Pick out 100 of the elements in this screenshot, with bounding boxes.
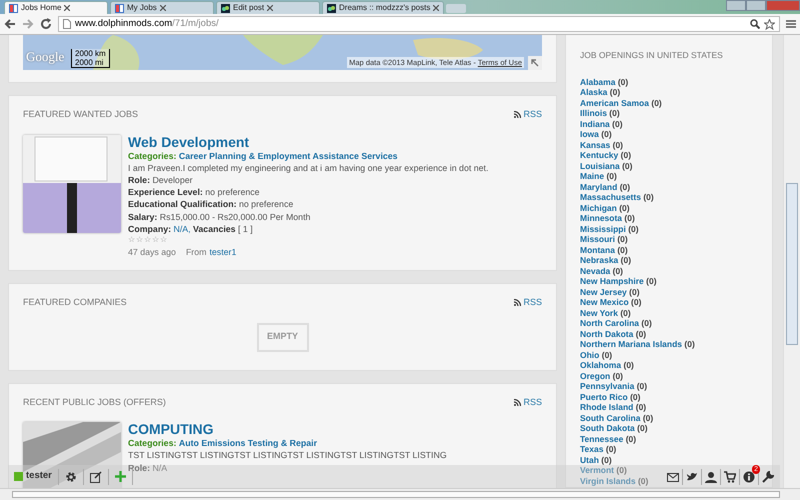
- rss-link[interactable]: RSS: [514, 296, 542, 310]
- state-link[interactable]: American Samoa: [580, 98, 649, 108]
- job-title-link[interactable]: COMPUTING: [128, 422, 447, 438]
- state-link[interactable]: Alaska: [580, 87, 608, 98]
- state-link[interactable]: New Hampshire: [580, 276, 644, 286]
- state-link[interactable]: Michigan: [580, 202, 617, 213]
- state-link[interactable]: Missouri: [580, 234, 615, 244]
- settings-icon[interactable]: [64, 470, 77, 482]
- state-link[interactable]: New Mexico: [580, 297, 629, 308]
- state-link[interactable]: New Jersey: [580, 286, 627, 297]
- rss-link[interactable]: RSS: [514, 108, 542, 122]
- browser-tab[interactable]: Dreams :: modzzz's posts: [322, 1, 444, 14]
- category-link[interactable]: Auto Emissions Testing & Repair: [178, 438, 318, 448]
- state-count: (0): [606, 171, 617, 182]
- state-link[interactable]: New York: [580, 308, 618, 318]
- state-link[interactable]: Oregon: [580, 370, 610, 381]
- close-icon[interactable]: [267, 5, 274, 11]
- rss-icon: [514, 299, 522, 306]
- state-count: (0): [620, 255, 632, 266]
- state-link[interactable]: Nevada: [580, 266, 610, 276]
- state-count: (0): [623, 360, 634, 370]
- vertical-scrollbar[interactable]: [783, 35, 800, 488]
- state-link[interactable]: Montana: [580, 244, 615, 255]
- map-logo: Google: [26, 48, 64, 66]
- state-count: (0): [636, 381, 648, 392]
- category-label: Categories:: [128, 438, 176, 448]
- menu-icon[interactable]: [786, 19, 796, 29]
- state-count: (0): [606, 444, 616, 454]
- state-count: (0): [601, 454, 612, 465]
- close-icon[interactable]: [433, 5, 440, 11]
- state-link[interactable]: Rhode Island: [580, 402, 634, 412]
- state-link[interactable]: Minnesota: [580, 213, 622, 224]
- author-link[interactable]: tester1: [209, 246, 236, 257]
- state-count: (0): [637, 423, 648, 434]
- wrench-icon[interactable]: [762, 470, 774, 482]
- username-link[interactable]: tester: [26, 469, 52, 484]
- category-label: Categories:: [128, 150, 176, 160]
- cart-icon[interactable]: [724, 470, 736, 482]
- state-link[interactable]: Maine: [580, 171, 604, 182]
- mail-icon[interactable]: [667, 470, 679, 482]
- state-count: (0): [629, 286, 640, 297]
- category-link[interactable]: Career Planning & Employment Assistance Services: [178, 150, 398, 160]
- job-title-link[interactable]: Web Development: [128, 134, 488, 150]
- section-title: FEATURED WANTED JOBS: [23, 108, 138, 121]
- state-link[interactable]: South Dakota: [580, 423, 635, 434]
- state-link[interactable]: South Carolina: [580, 412, 640, 423]
- job-detail: Experience Level: no preference: [128, 186, 261, 198]
- rss-icon: [514, 398, 522, 406]
- user-icon[interactable]: [705, 470, 717, 482]
- state-link[interactable]: Massachusetts: [580, 192, 641, 202]
- state-link[interactable]: Maryland: [580, 182, 618, 192]
- state-link[interactable]: Alabama: [580, 76, 616, 87]
- edit-icon[interactable]: [90, 470, 102, 482]
- back-icon[interactable]: [4, 18, 16, 30]
- close-icon[interactable]: [64, 5, 70, 11]
- author-label: From: [186, 246, 206, 257]
- star-icon[interactable]: [764, 18, 775, 30]
- state-link[interactable]: Utah: [580, 454, 599, 465]
- state-link[interactable]: Mississippi: [580, 224, 626, 234]
- state-link[interactable]: Texas: [580, 444, 604, 454]
- state-link[interactable]: Nebraska: [580, 255, 618, 266]
- browser-tab[interactable]: Edit post: [216, 1, 320, 14]
- zoom-icon[interactable]: [750, 19, 760, 29]
- state-link[interactable]: North Carolina: [580, 318, 640, 328]
- state-count: (0): [630, 392, 640, 402]
- state-link[interactable]: Northern Mariana Islands: [580, 339, 682, 350]
- state-count: (0): [620, 308, 631, 318]
- state-link[interactable]: Puerto Rico: [580, 392, 628, 402]
- reload-icon[interactable]: [40, 18, 52, 30]
- state-count: (0): [626, 434, 636, 444]
- state-count: (0): [684, 339, 695, 350]
- address-field[interactable]: www.dolphinmods.com/71/m/jobs/: [58, 16, 780, 32]
- state-link[interactable]: Tennessee: [580, 434, 624, 444]
- browser-tab[interactable]: My Jobs: [110, 1, 214, 14]
- info-icon[interactable]: [743, 470, 755, 482]
- map-expand-button[interactable]: [528, 56, 542, 70]
- rss-link[interactable]: RSS: [514, 396, 542, 410]
- browser-tab[interactable]: Jobs Home: [4, 1, 108, 14]
- state-link[interactable]: Illinois: [580, 108, 607, 118]
- map-scale: 2000 km 2000 mi: [71, 49, 110, 68]
- state-link[interactable]: North Dakota: [580, 328, 634, 339]
- state-count: (0): [609, 108, 620, 118]
- state-link[interactable]: Louisiana: [580, 160, 620, 171]
- arrow-icon: [531, 59, 539, 67]
- page-icon: [327, 4, 336, 12]
- state-count: (0): [612, 118, 623, 129]
- state-link[interactable]: Iowa: [580, 129, 599, 140]
- state-link[interactable]: Ohio: [580, 350, 600, 360]
- state-link[interactable]: Indiana: [580, 118, 610, 129]
- state-link[interactable]: Pennsylvania: [580, 381, 634, 392]
- state-count: (0): [610, 87, 620, 98]
- horizontal-scrollbar[interactable]: [0, 488, 800, 500]
- url-text: www.dolphinmods.com/71/m/jobs/: [75, 16, 219, 31]
- state-count: (0): [616, 465, 627, 476]
- state-link[interactable]: Kansas: [580, 140, 610, 150]
- close-icon[interactable]: [160, 5, 166, 11]
- bird-icon[interactable]: [686, 470, 698, 482]
- state-link[interactable]: Kentucky: [580, 150, 618, 160]
- state-count: (0): [638, 476, 648, 486]
- state-link[interactable]: Oklahoma: [580, 360, 622, 370]
